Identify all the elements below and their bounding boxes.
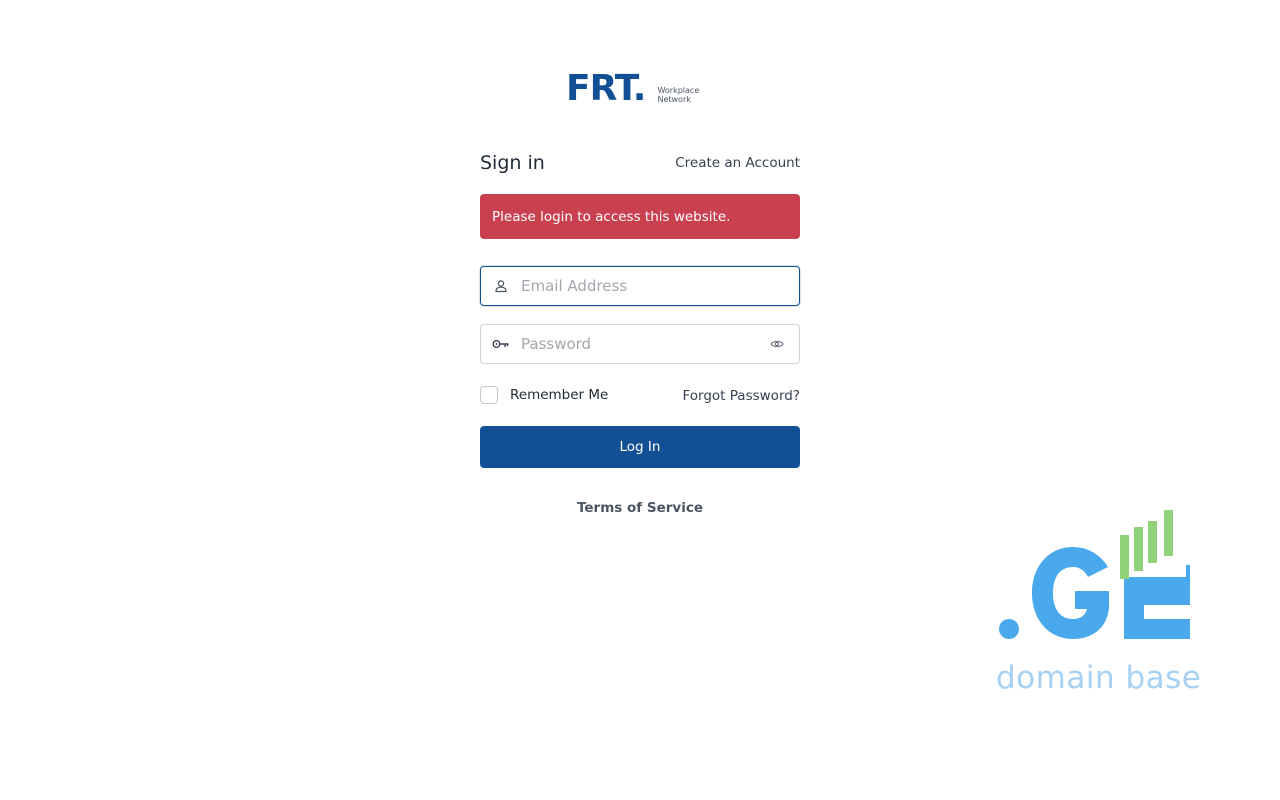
email-field bbox=[480, 266, 800, 306]
options-row: Remember Me Forgot Password? bbox=[480, 385, 800, 405]
watermark-caption: domain base bbox=[996, 660, 1202, 696]
ge-logo-mark bbox=[999, 510, 1190, 639]
password-field bbox=[480, 324, 800, 364]
brand-tagline-line2: Network bbox=[657, 95, 691, 104]
remember-me-checkbox[interactable] bbox=[480, 386, 498, 404]
password-input[interactable] bbox=[521, 326, 755, 362]
login-page: FRT. Workplace Network Sign in Create an… bbox=[0, 0, 1280, 800]
eye-icon[interactable] bbox=[755, 325, 799, 363]
remember-me-label: Remember Me bbox=[510, 387, 609, 403]
brand-logo: FRT. Workplace Network bbox=[566, 70, 699, 108]
brand-mark: FRT. bbox=[566, 68, 646, 109]
login-button[interactable]: Log In bbox=[480, 426, 800, 468]
form-header: Sign in Create an Account bbox=[480, 150, 800, 176]
domain-base-watermark: domain base bbox=[990, 505, 1202, 705]
user-icon bbox=[481, 267, 521, 305]
create-account-link[interactable]: Create an Account bbox=[675, 155, 800, 171]
brand-tagline: Workplace Network bbox=[657, 86, 699, 104]
terms-of-service-link[interactable]: Terms of Service bbox=[480, 500, 800, 516]
brand-tagline-line1: Workplace bbox=[657, 86, 700, 95]
remember-me[interactable]: Remember Me bbox=[480, 386, 608, 404]
email-input[interactable] bbox=[521, 268, 799, 304]
forgot-password-link[interactable]: Forgot Password? bbox=[683, 388, 801, 404]
page-title: Sign in bbox=[480, 152, 545, 174]
key-icon bbox=[481, 325, 521, 363]
login-required-alert: Please login to access this website. bbox=[480, 194, 800, 239]
signin-form: Sign in Create an Account Please login t… bbox=[480, 150, 800, 516]
